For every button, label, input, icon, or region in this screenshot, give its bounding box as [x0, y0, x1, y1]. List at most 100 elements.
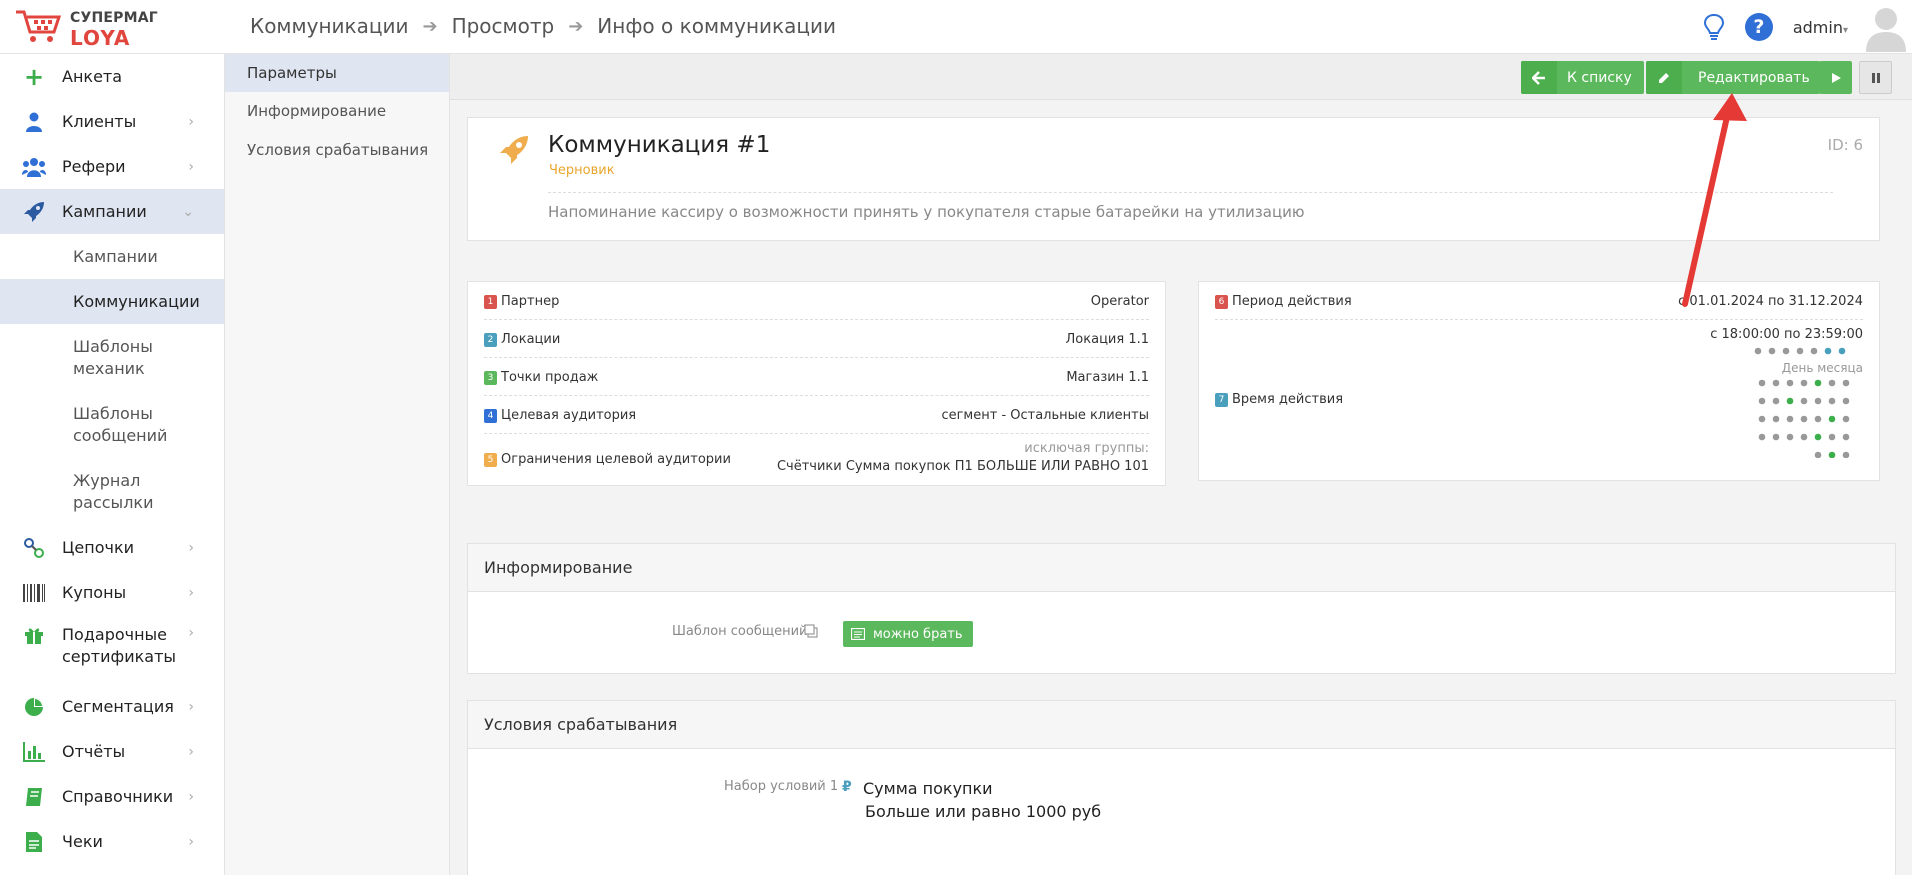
sidebar-item-label: Справочники — [62, 786, 174, 806]
section-nav-conditions[interactable]: Условия срабатывания — [225, 131, 449, 169]
sidebar-item-campaigns[interactable]: Кампании ⌄ — [0, 189, 224, 234]
sidebar-item-gift-certificates[interactable]: Подарочные сертификаты › — [0, 615, 224, 682]
section-nav-label: Информирование — [247, 102, 387, 120]
plus-icon: + — [23, 62, 45, 91]
sidebar-subitem-message-templates[interactable]: Шаблоны сообщений — [0, 391, 224, 458]
sidebar-item-coupons[interactable]: Купоны › — [0, 570, 224, 615]
template-label: Шаблон сообщений — [672, 624, 808, 639]
sidebar-subitem-mailing-log[interactable]: Журнал рассылки — [0, 458, 224, 525]
help-icon[interactable]: ? — [1744, 13, 1773, 41]
param-value: исключая группы: Счётчики Сумма покупок П… — [777, 440, 1149, 476]
action-bar: К списку Редактировать — [450, 54, 1912, 100]
chevron-right-icon: › — [188, 743, 194, 760]
brand-product: LOYA — [70, 26, 131, 50]
logo[interactable]: СУПЕРМАГ LOYA — [10, 6, 220, 50]
param-label: Ограничения целевой аудитории — [501, 452, 731, 467]
users-icon — [22, 155, 46, 179]
sidebar-item-label: Купоны — [62, 582, 127, 602]
communication-description: Напоминание кассиру о возможности принят… — [548, 203, 1305, 221]
param-value: Локация 1.1 — [1065, 332, 1149, 347]
param-key: 3 Точки продаж — [484, 370, 598, 385]
back-to-list-button[interactable]: К списку — [1521, 61, 1644, 94]
receipt-icon — [22, 830, 46, 854]
param-row: 1 Партнер Operator — [484, 282, 1149, 320]
section-nav-label: Параметры — [247, 64, 337, 82]
user-menu[interactable]: admin▾ — [1793, 18, 1848, 37]
sidebar-item-referrers[interactable]: Рефери › — [0, 144, 224, 189]
param-row: 4 Целевая аудитория сегмент - Остальные к… — [484, 396, 1149, 434]
arrow-left-icon — [1521, 61, 1557, 94]
top-bar: СУПЕРМАГ LOYA Коммуникации ➔ Просмотр ➔ … — [0, 0, 1912, 54]
breadcrumb-item[interactable]: Коммуникации — [250, 14, 408, 38]
sidebar-subitem-label: Кампании — [73, 246, 158, 266]
pause-icon — [1871, 72, 1880, 83]
sidebar-subitem-label: Шаблоны механик — [73, 336, 153, 378]
avatar[interactable] — [1864, 2, 1908, 52]
sidebar-item-label: Клиенты — [62, 111, 137, 131]
period-key: 6 Период действия — [1215, 294, 1352, 309]
sidebar-item-references[interactable]: Справочники › — [0, 774, 224, 819]
section-nav-informing[interactable]: Информирование — [225, 92, 449, 130]
parameters-card: 1 Партнер Operator 2 Локации Локация 1.1 3… — [467, 281, 1166, 486]
param-key: 5 Ограничения целевой аудитории — [484, 452, 731, 467]
page-title: Коммуникация #1 — [548, 132, 771, 158]
sidebar: + Анкета Клиенты › Рефери › Кампании ⌄ К… — [0, 54, 225, 875]
breadcrumb-item[interactable]: Просмотр — [452, 14, 555, 38]
chevron-right-icon: › — [188, 698, 194, 715]
book-icon — [22, 785, 46, 809]
condition-title: Сумма покупки — [863, 779, 993, 798]
message-template-button[interactable]: можно брать — [843, 621, 973, 647]
sidebar-item-label: Сегментация — [62, 696, 174, 716]
condition-set-label: Набор условий 1 — [724, 779, 839, 794]
copy-icon[interactable] — [804, 624, 818, 638]
param-label: Целевая аудитория — [501, 408, 637, 423]
gift-icon — [22, 623, 46, 647]
edit-button-label: Редактировать — [1698, 69, 1810, 86]
bar-chart-icon — [22, 740, 46, 764]
sidebar-item-label: Подарочные сертификаты — [62, 625, 177, 666]
param-row: 3 Точки продаж Магазин 1.1 — [484, 358, 1149, 396]
sidebar-item-receipts[interactable]: Чеки › — [0, 819, 224, 864]
param-key: 1 Партнер — [484, 294, 559, 309]
sidebar-item-clients[interactable]: Клиенты › — [0, 99, 224, 144]
sidebar-subitem-campaigns[interactable]: Кампании — [0, 234, 224, 279]
sidebar-item-label: Чеки — [62, 831, 103, 851]
sidebar-subitem-mechanic-templates[interactable]: Шаблоны механик — [0, 324, 224, 391]
sidebar-item-label: Цепочки — [62, 537, 135, 557]
param-value-text: Счётчики Сумма покупок П1 БОЛЬШЕ ИЛИ РАВ… — [776, 459, 1149, 474]
edit-button[interactable]: Редактировать — [1646, 61, 1820, 94]
play-button[interactable] — [1819, 61, 1852, 94]
chevron-right-icon: › — [188, 788, 194, 805]
param-number-badge: 3 — [484, 370, 497, 385]
chevron-right-icon: › — [188, 158, 194, 175]
param-value: Operator — [1090, 294, 1149, 309]
sidebar-item-segmentation[interactable]: Сегментация › — [0, 684, 224, 729]
param-number-badge: 7 — [1215, 392, 1228, 407]
param-label: Партнер — [501, 294, 560, 309]
back-button-label: К списку — [1567, 69, 1632, 86]
period-value: с 01.01.2024 по 31.12.2024 — [1678, 294, 1863, 309]
section-nav: Параметры Информирование Условия срабаты… — [225, 54, 450, 875]
sidebar-item-label: Анкета — [62, 66, 123, 86]
breadcrumb-current: Инфо о коммуникации — [597, 14, 836, 38]
weekday-indicator — [1753, 346, 1863, 356]
chevron-right-icon: › — [188, 539, 194, 556]
caret-down-icon: ▾ — [1842, 24, 1848, 36]
section-nav-params[interactable]: Параметры — [225, 54, 449, 92]
param-key: 2 Локации — [484, 332, 560, 347]
communication-header-card: Коммуникация #1 Черновик ID: 6 Напоминан… — [467, 117, 1880, 241]
user-icon — [22, 110, 46, 134]
brand-name: СУПЕРМАГ — [70, 10, 158, 26]
sidebar-subitem-communications[interactable]: Коммуникации — [0, 279, 224, 324]
cart-logo-icon — [16, 10, 62, 42]
sidebar-item-anketa[interactable]: + Анкета — [0, 54, 224, 99]
informing-section: Информирование Шаблон сообщений можно бр… — [467, 543, 1896, 674]
lightbulb-icon[interactable] — [1699, 12, 1729, 42]
sidebar-item-chains[interactable]: Цепочки › — [0, 525, 224, 570]
pause-button[interactable] — [1859, 61, 1892, 94]
sidebar-item-reports[interactable]: Отчёты › — [0, 729, 224, 774]
message-template-value: можно брать — [873, 626, 963, 642]
divider — [548, 192, 1833, 193]
chevron-right-icon: › — [188, 833, 194, 850]
arrow-right-icon: ➔ — [568, 15, 584, 37]
